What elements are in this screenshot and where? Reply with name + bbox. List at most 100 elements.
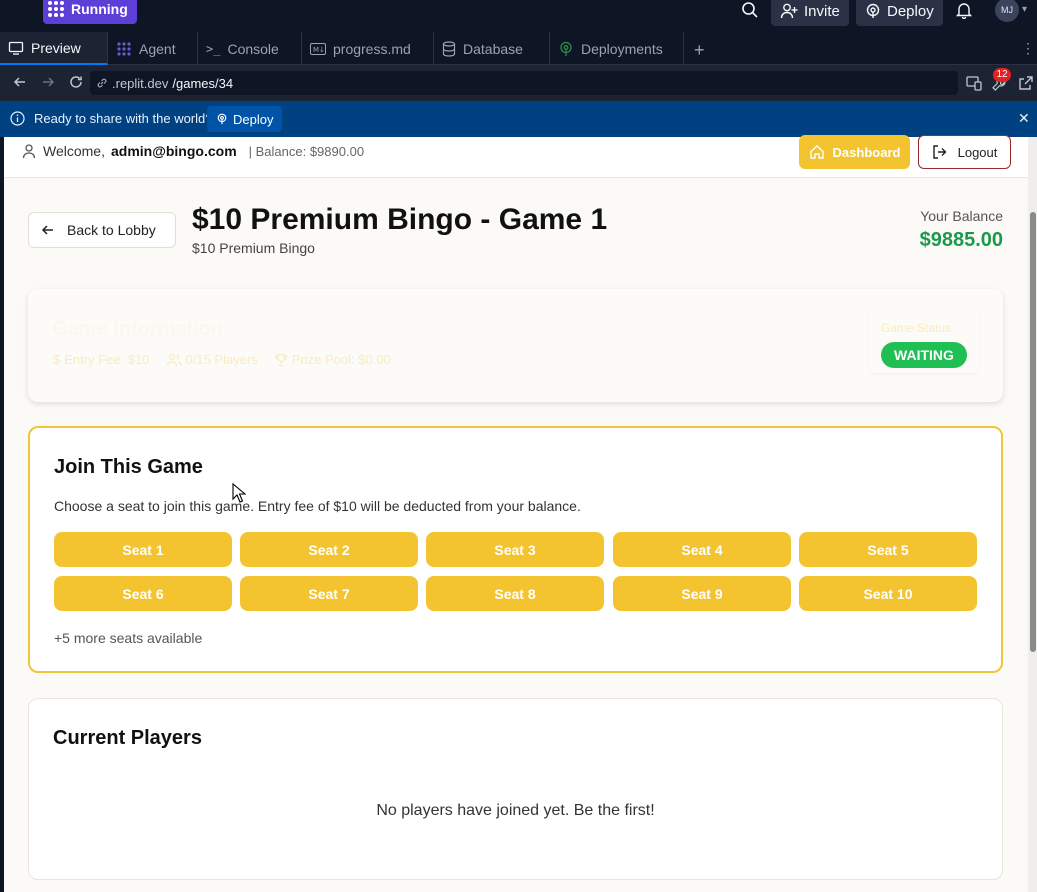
entry-fee-stat: $ Entry Fee: $10 — [53, 352, 150, 367]
tab-label: Preview — [31, 39, 81, 56]
join-title: Join This Game — [54, 456, 203, 478]
seat-button[interactable]: Seat 10 — [799, 576, 977, 611]
players-stat: 0/15 Players — [166, 352, 258, 367]
add-tab-icon[interactable]: + — [694, 40, 705, 61]
game-info-card — [28, 289, 1003, 402]
players-empty-message: No players have joined yet. Be the first… — [376, 802, 655, 819]
refresh-icon[interactable] — [68, 74, 84, 90]
link-icon — [97, 78, 107, 88]
agent-icon — [117, 41, 131, 56]
seat-button[interactable]: Seat 9 — [613, 576, 791, 611]
user-email: admin@bingo.com — [110, 143, 237, 159]
status-badge: WAITING — [881, 342, 967, 368]
forward-arrow-icon[interactable] — [40, 74, 56, 90]
search-icon[interactable] — [740, 0, 760, 20]
tab-agent[interactable]: Agent — [108, 32, 198, 65]
current-players-title: Current Players — [53, 727, 202, 749]
dollar-icon: $ — [53, 352, 61, 367]
join-description: Choose a seat to join this game. Entry f… — [54, 498, 581, 514]
tab-label: Database — [463, 40, 523, 57]
deploy-button[interactable]: Deploy — [856, 0, 943, 26]
seat-button[interactable]: Seat 5 — [799, 532, 977, 567]
welcome-label: Welcome, — [43, 143, 105, 159]
scrollbar-thumb[interactable] — [1030, 212, 1036, 652]
welcome-info: Welcome, admin@bingo.com | Balance: $989… — [21, 143, 364, 159]
page-title: $10 Premium Bingo - Game 1 — [192, 203, 608, 236]
trophy-icon — [274, 353, 287, 366]
seat-button[interactable]: Seat 1 — [54, 532, 232, 567]
tab-bar: Preview Agent >_ Console M↓ progress.md … — [0, 32, 1037, 65]
bell-icon[interactable] — [955, 1, 973, 19]
dashboard-button[interactable]: Dashboard — [799, 135, 910, 169]
svg-text:M↓: M↓ — [313, 46, 325, 54]
devices-icon[interactable] — [966, 75, 982, 91]
tab-label: Agent — [139, 40, 176, 57]
url-domain: .replit.dev — [112, 75, 169, 91]
banner-deploy-label: Deploy — [233, 111, 274, 127]
tab-preview[interactable]: Preview — [0, 32, 108, 65]
home-icon — [809, 145, 824, 159]
run-status-label: Running — [71, 1, 128, 17]
deployments-icon — [560, 41, 572, 56]
header-balance: | Balance: $9890.00 — [248, 143, 365, 159]
grid-icon — [48, 1, 64, 17]
seat-button[interactable]: Seat 6 — [54, 576, 232, 611]
more-vertical-icon[interactable]: ⋮ — [1021, 40, 1035, 57]
invite-label: Invite — [804, 2, 840, 20]
add-user-icon — [780, 3, 798, 19]
run-status-button[interactable]: Running — [43, 0, 137, 24]
mouse-cursor-icon — [232, 483, 246, 503]
tab-database[interactable]: Database — [434, 32, 550, 65]
deploy-label: Deploy — [887, 2, 934, 20]
back-label: Back to Lobby — [67, 222, 156, 238]
external-link-icon[interactable] — [1018, 75, 1034, 91]
seat-button[interactable]: Seat 3 — [426, 532, 604, 567]
your-balance-value: $9885.00 — [919, 229, 1003, 251]
seat-button[interactable]: Seat 4 — [613, 532, 791, 567]
tab-label: Deployments — [581, 40, 663, 57]
chevron-down-icon[interactable]: ▾ — [1022, 4, 1027, 15]
current-players-card — [28, 698, 1003, 880]
tab-console[interactable]: >_ Console — [198, 32, 302, 65]
back-arrow-icon[interactable] — [12, 74, 28, 90]
users-icon — [166, 353, 182, 366]
entry-fee-text: Entry Fee: $10 — [64, 352, 150, 367]
arrow-left-icon — [41, 225, 53, 235]
dashboard-label: Dashboard — [832, 144, 901, 160]
players-text: 0/15 Players — [185, 352, 258, 367]
logout-icon — [932, 145, 947, 159]
more-seats-text: +5 more seats available — [54, 630, 203, 646]
logout-button[interactable]: Logout — [918, 135, 1011, 169]
prize-pool-text: Prize Pool: $0.00 — [291, 352, 391, 367]
tab-deployments[interactable]: Deployments — [550, 32, 684, 65]
info-icon — [10, 111, 25, 126]
invite-button[interactable]: Invite — [771, 0, 849, 26]
seat-button[interactable]: Seat 8 — [426, 576, 604, 611]
terminal-icon: >_ — [206, 41, 221, 56]
markdown-icon: M↓ — [310, 42, 326, 55]
banner-deploy-button[interactable]: Deploy — [207, 106, 283, 132]
banner-text: Ready to share with the world? — [34, 111, 213, 126]
game-status-label: Game Status — [881, 321, 952, 335]
deploy-icon — [217, 113, 227, 125]
viewport-edge — [0, 137, 4, 892]
prize-pool-stat: Prize Pool: $0.00 — [274, 352, 391, 367]
logout-label: Logout — [957, 144, 998, 160]
tab-label: Console — [227, 40, 279, 57]
tab-progress-md[interactable]: M↓ progress.md — [302, 32, 434, 65]
game-info-title: Game Information — [52, 318, 224, 340]
close-icon[interactable]: ✕ — [1018, 110, 1030, 127]
back-to-lobby-button[interactable]: Back to Lobby — [28, 212, 176, 248]
game-info-stats: $ Entry Fee: $10 0/15 Players Prize Pool:… — [53, 352, 391, 367]
deploy-icon — [866, 3, 880, 18]
your-balance-label: Your Balance — [920, 208, 1003, 224]
user-icon — [22, 144, 36, 159]
database-icon — [442, 40, 456, 57]
url-input[interactable]: .replit.dev/games/34 — [90, 71, 958, 95]
seat-button[interactable]: Seat 2 — [240, 532, 418, 567]
page-subtitle: $10 Premium Bingo — [192, 240, 315, 256]
notification-badge: 12 — [993, 68, 1011, 82]
monitor-icon — [8, 41, 24, 55]
tab-label: progress.md — [333, 40, 411, 57]
seat-button[interactable]: Seat 7 — [240, 576, 418, 611]
